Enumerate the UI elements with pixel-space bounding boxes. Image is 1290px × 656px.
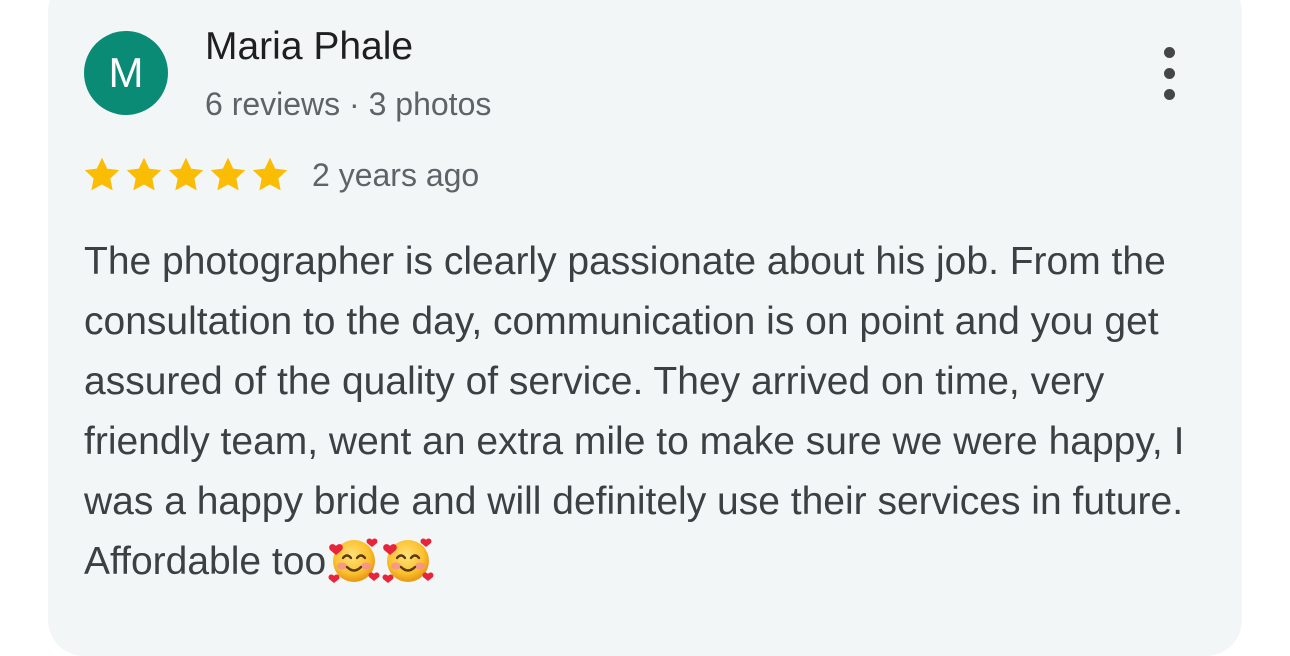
- more-vert-icon-dot: [1164, 89, 1175, 100]
- review-text-body: The photographer is clearly passionate a…: [84, 240, 1185, 583]
- more-vert-icon: [1164, 47, 1175, 58]
- review-date: 2 years ago: [312, 157, 480, 193]
- avatar[interactable]: M: [84, 31, 168, 115]
- more-options-button[interactable]: [1150, 44, 1190, 104]
- author-meta[interactable]: 6 reviews · 3 photos: [205, 86, 491, 123]
- review-text: The photographer is clearly passionate a…: [84, 232, 1209, 592]
- author-name[interactable]: Maria Phale: [205, 25, 413, 69]
- avatar-letter: M: [108, 49, 144, 96]
- star-icon: [124, 155, 166, 195]
- emoji-group: [326, 538, 434, 583]
- more-vert-icon-dot: [1164, 68, 1175, 79]
- star-icon: [82, 155, 124, 195]
- star-icon: [208, 155, 250, 195]
- star-icon: [166, 155, 208, 195]
- star-rating: [82, 155, 292, 195]
- smiling-face-with-hearts-icon: [382, 534, 434, 586]
- star-icon: [250, 155, 292, 195]
- smiling-face-with-hearts-icon: [328, 534, 380, 586]
